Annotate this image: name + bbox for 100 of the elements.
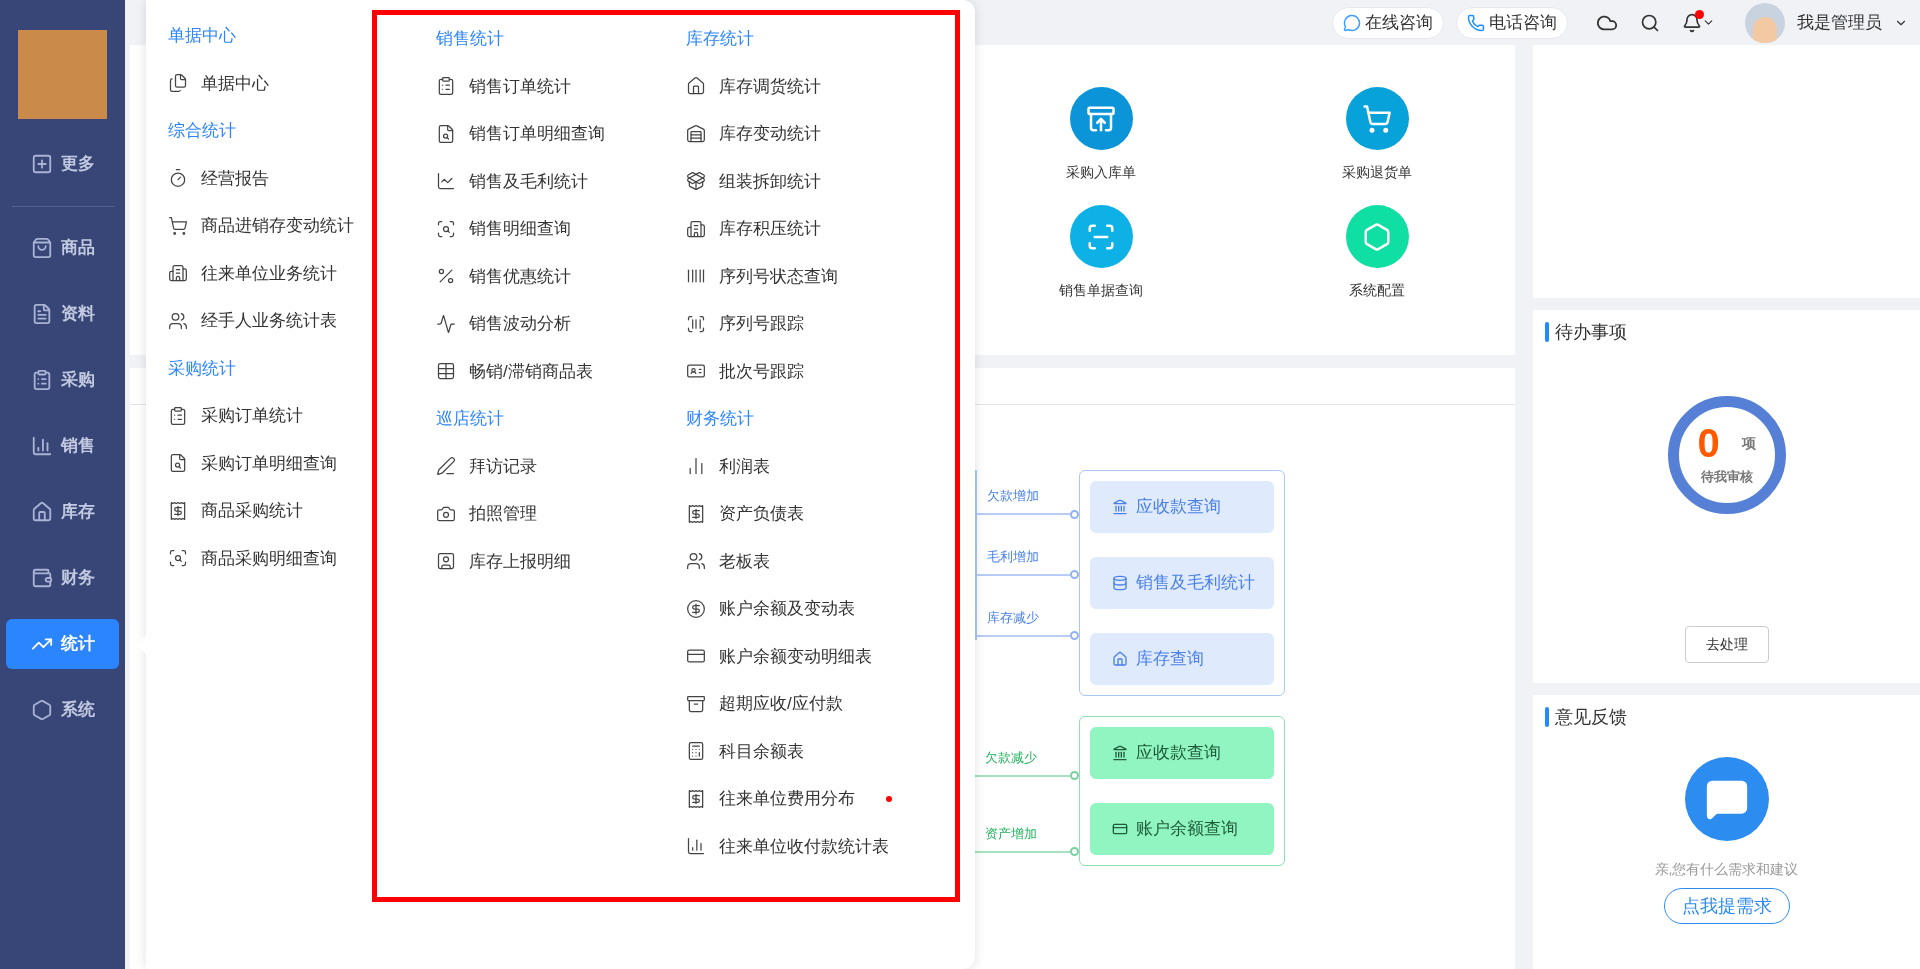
sidebar-item[interactable]: 资料 bbox=[6, 289, 119, 339]
sidebar-item[interactable]: 系统 bbox=[6, 685, 119, 735]
menu-item[interactable]: 资产负债表 bbox=[686, 490, 892, 538]
menu-item[interactable]: 库存变动统计 bbox=[686, 110, 892, 158]
line-chart-icon bbox=[436, 171, 456, 192]
sidebar-item[interactable]: 统计 bbox=[6, 619, 119, 669]
cart-icon bbox=[1362, 103, 1392, 134]
clipboard-icon bbox=[168, 405, 188, 426]
menu-item[interactable]: 批次号跟踪 bbox=[686, 347, 892, 395]
bar-chart-icon bbox=[30, 435, 53, 457]
menu-item[interactable]: 账户余额变动明细表 bbox=[686, 632, 892, 680]
file-search-icon bbox=[168, 453, 188, 474]
menu-item[interactable]: 销售订单明细查询 bbox=[436, 110, 686, 158]
sidebar-item[interactable]: 采购 bbox=[6, 355, 119, 405]
todo-caption: 待我审核 bbox=[1700, 468, 1753, 487]
house-icon bbox=[1112, 651, 1128, 667]
menu-section-title: 采购统计 bbox=[168, 357, 237, 380]
building-icon bbox=[686, 218, 706, 239]
menu-section-title: 巡店统计 bbox=[436, 408, 505, 430]
card-title: 意见反馈 bbox=[1555, 705, 1627, 729]
consult-button[interactable]: 在线咨询 bbox=[1332, 6, 1444, 39]
barcode-scan-icon bbox=[686, 313, 706, 334]
notification-bell[interactable] bbox=[1682, 12, 1715, 33]
menu-item[interactable]: 往来单位费用分布 bbox=[686, 775, 892, 823]
menu-item[interactable]: 拍照管理 bbox=[436, 490, 686, 538]
menu-item[interactable]: 销售波动分析 bbox=[436, 300, 686, 348]
menu-item[interactable]: 拜访记录 bbox=[436, 442, 686, 490]
menu-item[interactable]: 销售明细查询 bbox=[436, 205, 686, 253]
currency-circle-icon bbox=[686, 598, 706, 619]
sidebar-item[interactable]: 财务 bbox=[6, 553, 119, 603]
menu-item[interactable]: 序列号跟踪 bbox=[686, 300, 892, 348]
menu-item[interactable]: 商品采购统计 bbox=[168, 487, 372, 535]
feedback-prompt: 亲,您有什么需求和建议 bbox=[1654, 860, 1799, 879]
menu-item[interactable]: 往来单位收付款统计表 bbox=[686, 822, 892, 870]
warehouse-icon bbox=[686, 123, 706, 144]
menu-item[interactable]: 库存上报明细 bbox=[436, 537, 686, 585]
menu-item[interactable]: 经营报告 bbox=[168, 154, 372, 202]
menu-item[interactable]: 库存积压统计 bbox=[686, 205, 892, 253]
phone-icon bbox=[1467, 13, 1485, 32]
menu-item[interactable]: 序列号状态查询 bbox=[686, 252, 892, 300]
menu-item[interactable]: 单据中心 bbox=[168, 59, 372, 107]
calculator-icon bbox=[686, 741, 706, 762]
menu-section-title: 综合统计 bbox=[168, 120, 237, 142]
todo-unit: 项 bbox=[1741, 433, 1756, 453]
bar-chart-icon bbox=[686, 836, 706, 857]
building-icon bbox=[168, 263, 188, 284]
menu-item[interactable]: 账户余额及变动表 bbox=[686, 585, 892, 633]
flow-button[interactable]: 账户余额查询 bbox=[1090, 803, 1274, 855]
quick-action[interactable]: 采购退货单 bbox=[1239, 87, 1515, 183]
chat-icon bbox=[1343, 13, 1361, 32]
receipt-icon bbox=[686, 788, 706, 809]
table-icon bbox=[436, 361, 456, 382]
house-icon bbox=[686, 76, 706, 97]
menu-section-title: 销售统计 bbox=[436, 28, 505, 50]
database-icon bbox=[1112, 575, 1128, 591]
clipboard-icon bbox=[436, 76, 456, 97]
menu-item[interactable]: 销售优惠统计 bbox=[436, 252, 686, 300]
menu-item[interactable]: 往来单位业务统计 bbox=[168, 249, 372, 297]
menu-item[interactable]: 畅销/滞销商品表 bbox=[436, 347, 686, 395]
sidebar-item[interactable]: 商品 bbox=[6, 223, 119, 273]
portrait-icon bbox=[436, 551, 456, 572]
sidebar-item[interactable]: 更多 bbox=[6, 139, 119, 189]
menu-item[interactable]: 采购订单统计 bbox=[168, 392, 372, 440]
menu-item[interactable]: 库存调货统计 bbox=[686, 62, 892, 110]
receipt-icon bbox=[168, 500, 188, 521]
wallet-icon bbox=[30, 567, 53, 589]
wave-chart-icon bbox=[436, 313, 456, 334]
menu-section-title: 财务统计 bbox=[686, 408, 755, 430]
menu-item[interactable]: 利润表 bbox=[686, 442, 892, 490]
menu-item[interactable]: 商品进销存变动统计 bbox=[168, 202, 372, 250]
quick-action[interactable]: 系统配置 bbox=[1239, 205, 1515, 301]
branch-label: 毛利增加 bbox=[987, 547, 1040, 566]
todo-count: 0 bbox=[1697, 423, 1720, 464]
hexagon-icon bbox=[30, 699, 53, 721]
menu-item[interactable]: 商品采购明细查询 bbox=[168, 534, 372, 582]
menu-item[interactable]: 组装拆卸统计 bbox=[686, 157, 892, 205]
hexagon-icon bbox=[1362, 221, 1392, 252]
menu-item[interactable]: 采购订单明细查询 bbox=[168, 439, 372, 487]
process-button[interactable]: 去处理 bbox=[1684, 626, 1769, 663]
flow-button[interactable]: 应收款查询 bbox=[1090, 727, 1274, 779]
user-name[interactable]: 我是管理员 bbox=[1797, 9, 1882, 36]
sidebar-item[interactable]: 销售 bbox=[6, 421, 119, 471]
house-icon bbox=[30, 501, 53, 523]
menu-item[interactable]: 超期应收/应付款 bbox=[686, 680, 892, 728]
sidebar-item[interactable]: 库存 bbox=[6, 487, 119, 537]
menu-item[interactable]: 科目余额表 bbox=[686, 727, 892, 775]
plus-square-icon bbox=[30, 153, 53, 175]
menu-item[interactable]: 老板表 bbox=[686, 537, 892, 585]
consult-button[interactable]: 电话咨询 bbox=[1456, 6, 1568, 39]
menu-item[interactable]: 销售及毛利统计 bbox=[436, 157, 686, 205]
search-icon[interactable] bbox=[1640, 12, 1660, 33]
bag-icon bbox=[30, 237, 53, 259]
documents-icon bbox=[168, 73, 188, 94]
branch-label: 欠款增加 bbox=[987, 487, 1040, 506]
edit-note-icon bbox=[436, 456, 456, 477]
card-icon bbox=[1112, 821, 1128, 837]
menu-item[interactable]: 经手人业务统计表 bbox=[168, 297, 372, 345]
menu-item[interactable]: 销售订单统计 bbox=[436, 62, 686, 110]
branch-label: 库存减少 bbox=[987, 608, 1040, 627]
bell-icon bbox=[1682, 12, 1702, 33]
